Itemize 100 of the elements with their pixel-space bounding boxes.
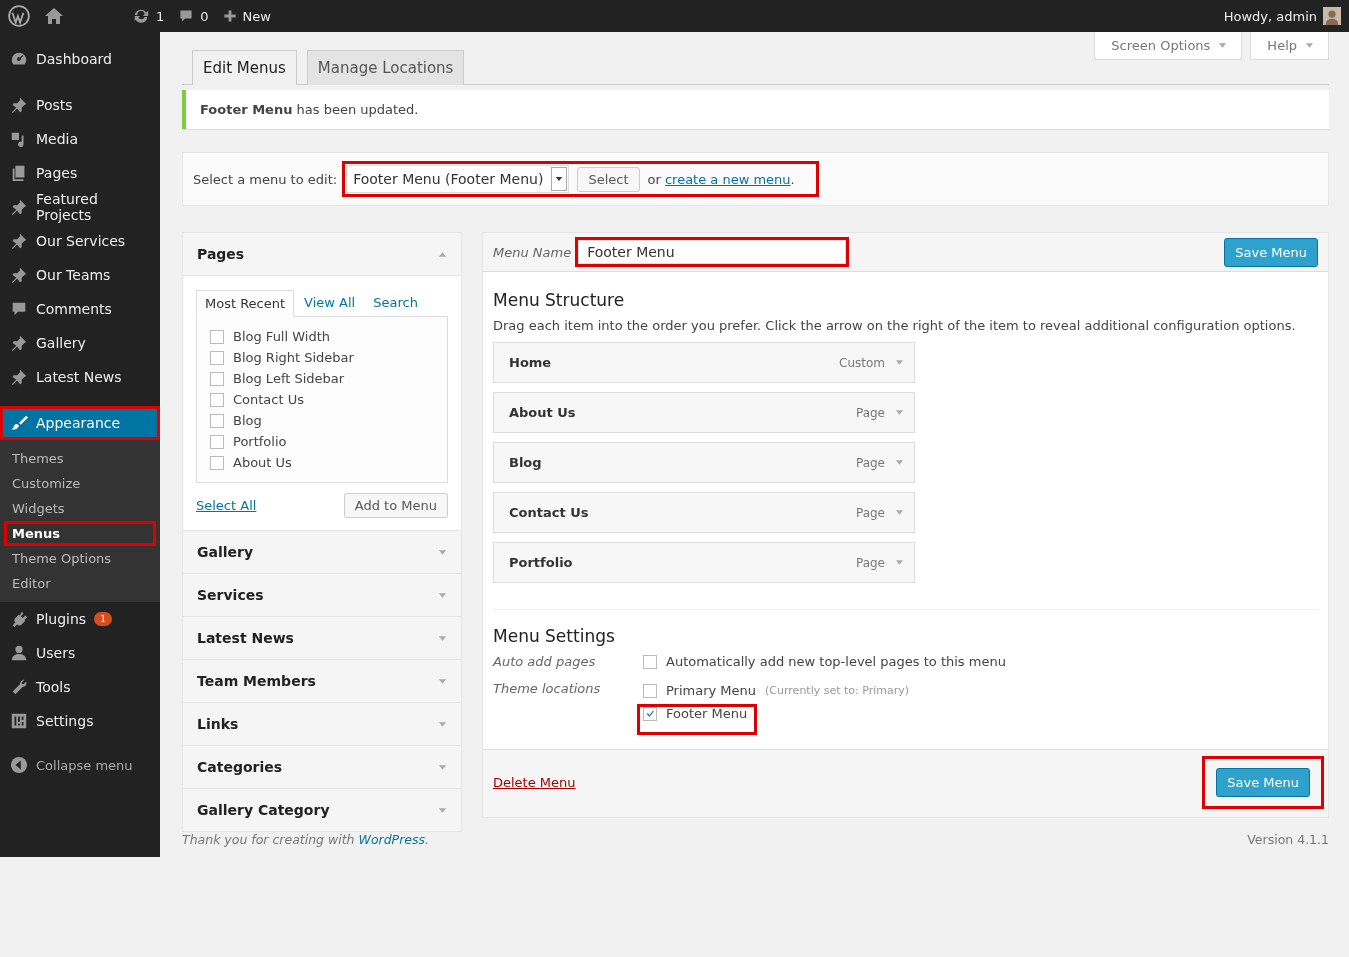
sidebar-item[interactable]: Appearance bbox=[0, 406, 160, 440]
select-all-link[interactable]: Select All bbox=[196, 498, 257, 513]
menu-item-title: Portfolio bbox=[509, 555, 573, 570]
success-notice: Footer Menu has been updated. bbox=[182, 90, 1329, 129]
caret-icon bbox=[555, 175, 564, 183]
section-title: Links bbox=[197, 716, 239, 732]
pushpin-icon bbox=[10, 266, 28, 284]
sidebar-item[interactable]: Media bbox=[0, 122, 160, 156]
checkbox[interactable] bbox=[210, 371, 224, 386]
sidebar-item[interactable]: Comments bbox=[0, 292, 160, 326]
checkbox[interactable] bbox=[210, 413, 224, 428]
menu-item-title: Contact Us bbox=[509, 505, 589, 520]
caret-icon bbox=[1218, 41, 1228, 50]
checkbox[interactable] bbox=[210, 434, 224, 449]
collapse-menu-button[interactable]: Collapse menu bbox=[0, 750, 160, 780]
select-button[interactable]: Select bbox=[577, 166, 640, 192]
sidebar-label: Our Services bbox=[36, 233, 126, 249]
delete-menu-link[interactable]: Delete Menu bbox=[493, 775, 576, 790]
sidebar-label: Pages bbox=[36, 165, 78, 181]
section-title: Latest News bbox=[197, 630, 294, 646]
checkbox[interactable] bbox=[210, 392, 224, 407]
pushpin-icon bbox=[10, 334, 28, 352]
wrench-icon bbox=[10, 678, 28, 696]
expand-arrow-icon bbox=[438, 590, 447, 600]
menu-item[interactable]: Blog Page bbox=[493, 442, 915, 483]
sidebar-item[interactable]: Tools bbox=[0, 670, 160, 704]
add-to-menu-button[interactable]: Add to Menu bbox=[343, 493, 448, 518]
sidebar-item[interactable]: Settings bbox=[0, 704, 160, 738]
checkbox[interactable] bbox=[210, 455, 224, 470]
section-header[interactable]: Services bbox=[183, 574, 461, 616]
sidebar-item[interactable]: Featured Projects bbox=[0, 190, 160, 224]
section-title: Categories bbox=[197, 759, 283, 775]
sidebar-item[interactable]: Latest News bbox=[0, 360, 160, 394]
collapse-icon bbox=[10, 756, 28, 774]
screen-meta-toggle[interactable]: Screen Options bbox=[1094, 32, 1243, 60]
checkbox[interactable] bbox=[643, 654, 657, 669]
menu-item[interactable]: Portfolio Page bbox=[493, 542, 915, 583]
section-header[interactable]: Gallery bbox=[183, 531, 461, 573]
menu-name-field[interactable]: Footer Menu bbox=[578, 240, 847, 264]
section-title: Gallery Category bbox=[197, 802, 330, 818]
account-link[interactable]: Howdy, admin bbox=[1223, 7, 1341, 25]
field-label: Menu Name bbox=[493, 244, 572, 260]
expand-arrow-icon bbox=[438, 676, 447, 686]
sidebar-item[interactable]: Posts bbox=[0, 88, 160, 122]
tab[interactable]: Manage Locations bbox=[306, 50, 465, 85]
checkbox-label: Blog Right Sidebar bbox=[233, 350, 354, 365]
submenu-item[interactable]: Menus bbox=[4, 521, 156, 546]
menu-item-type: Page bbox=[855, 455, 885, 470]
menu-item-type: Page bbox=[855, 405, 885, 420]
create-menu-link[interactable]: create a new menu bbox=[664, 171, 791, 187]
menu-item-title: Blog bbox=[509, 455, 542, 470]
sidebar-label: Featured Projects bbox=[36, 191, 99, 223]
section-header[interactable]: Categories bbox=[183, 746, 461, 788]
checkbox[interactable] bbox=[643, 706, 657, 721]
sidebar-item[interactable]: Plugins 1 bbox=[0, 602, 160, 636]
checkbox[interactable] bbox=[210, 329, 224, 344]
checkbox[interactable] bbox=[643, 683, 657, 698]
submenu-item[interactable]: Widgets bbox=[4, 496, 156, 521]
submenu-item[interactable]: Customize bbox=[4, 471, 156, 496]
sidebar-item[interactable]: Pages bbox=[0, 156, 160, 190]
checkbox[interactable] bbox=[210, 350, 224, 365]
checkbox-label: Blog Left Sidebar bbox=[233, 371, 345, 386]
submenu-item[interactable]: Themes bbox=[4, 446, 156, 471]
section-title: Services bbox=[197, 587, 264, 603]
section-header[interactable]: Pages bbox=[183, 233, 461, 275]
section-header[interactable]: Links bbox=[183, 703, 461, 745]
comments-link[interactable]: 0 bbox=[178, 8, 209, 24]
pushpin-icon bbox=[10, 96, 28, 114]
menu-item-title: About Us bbox=[509, 405, 576, 420]
checkmark-icon bbox=[645, 708, 655, 719]
pushpin-icon bbox=[10, 368, 28, 386]
section-header[interactable]: Gallery Category bbox=[183, 789, 461, 831]
menu-item[interactable]: About Us Page bbox=[493, 392, 915, 433]
sidebar-label: Latest News bbox=[36, 369, 122, 385]
tab[interactable]: Search bbox=[365, 290, 426, 316]
sidebar-item[interactable]: Gallery bbox=[0, 326, 160, 360]
menu-item[interactable]: Home Custom bbox=[493, 342, 915, 383]
caret-icon bbox=[895, 408, 904, 417]
wordpress-link[interactable]: WordPress bbox=[358, 832, 425, 847]
menu-item[interactable]: Contact Us Page bbox=[493, 492, 915, 533]
tab[interactable]: Edit Menus bbox=[192, 50, 297, 85]
submenu-item[interactable]: Editor bbox=[4, 571, 156, 596]
updates-link[interactable]: 1 bbox=[132, 7, 165, 25]
sidebar-item[interactable]: Dashboard bbox=[0, 42, 160, 76]
new-link[interactable]: New bbox=[222, 8, 271, 24]
screen-meta-toggle[interactable]: Help bbox=[1250, 32, 1329, 60]
refresh-icon bbox=[132, 7, 150, 25]
sidebar-label: Comments bbox=[36, 301, 112, 317]
section-header[interactable]: Latest News bbox=[183, 617, 461, 659]
menu-dropdown[interactable]: Footer Menu (Footer Menu) bbox=[346, 165, 570, 193]
tab[interactable]: View All bbox=[296, 290, 364, 316]
home-icon bbox=[44, 6, 64, 26]
section-header[interactable]: Team Members bbox=[183, 660, 461, 702]
sidebar-item[interactable]: Users bbox=[0, 636, 160, 670]
sidebar-item[interactable]: Our Services bbox=[0, 224, 160, 258]
tab[interactable]: Most Recent bbox=[196, 290, 295, 317]
sidebar-item[interactable]: Our Teams bbox=[0, 258, 160, 292]
section-heading: Menu Structure bbox=[493, 290, 626, 310]
submenu-item[interactable]: Theme Options bbox=[4, 546, 156, 571]
section-title: Gallery bbox=[197, 544, 254, 560]
